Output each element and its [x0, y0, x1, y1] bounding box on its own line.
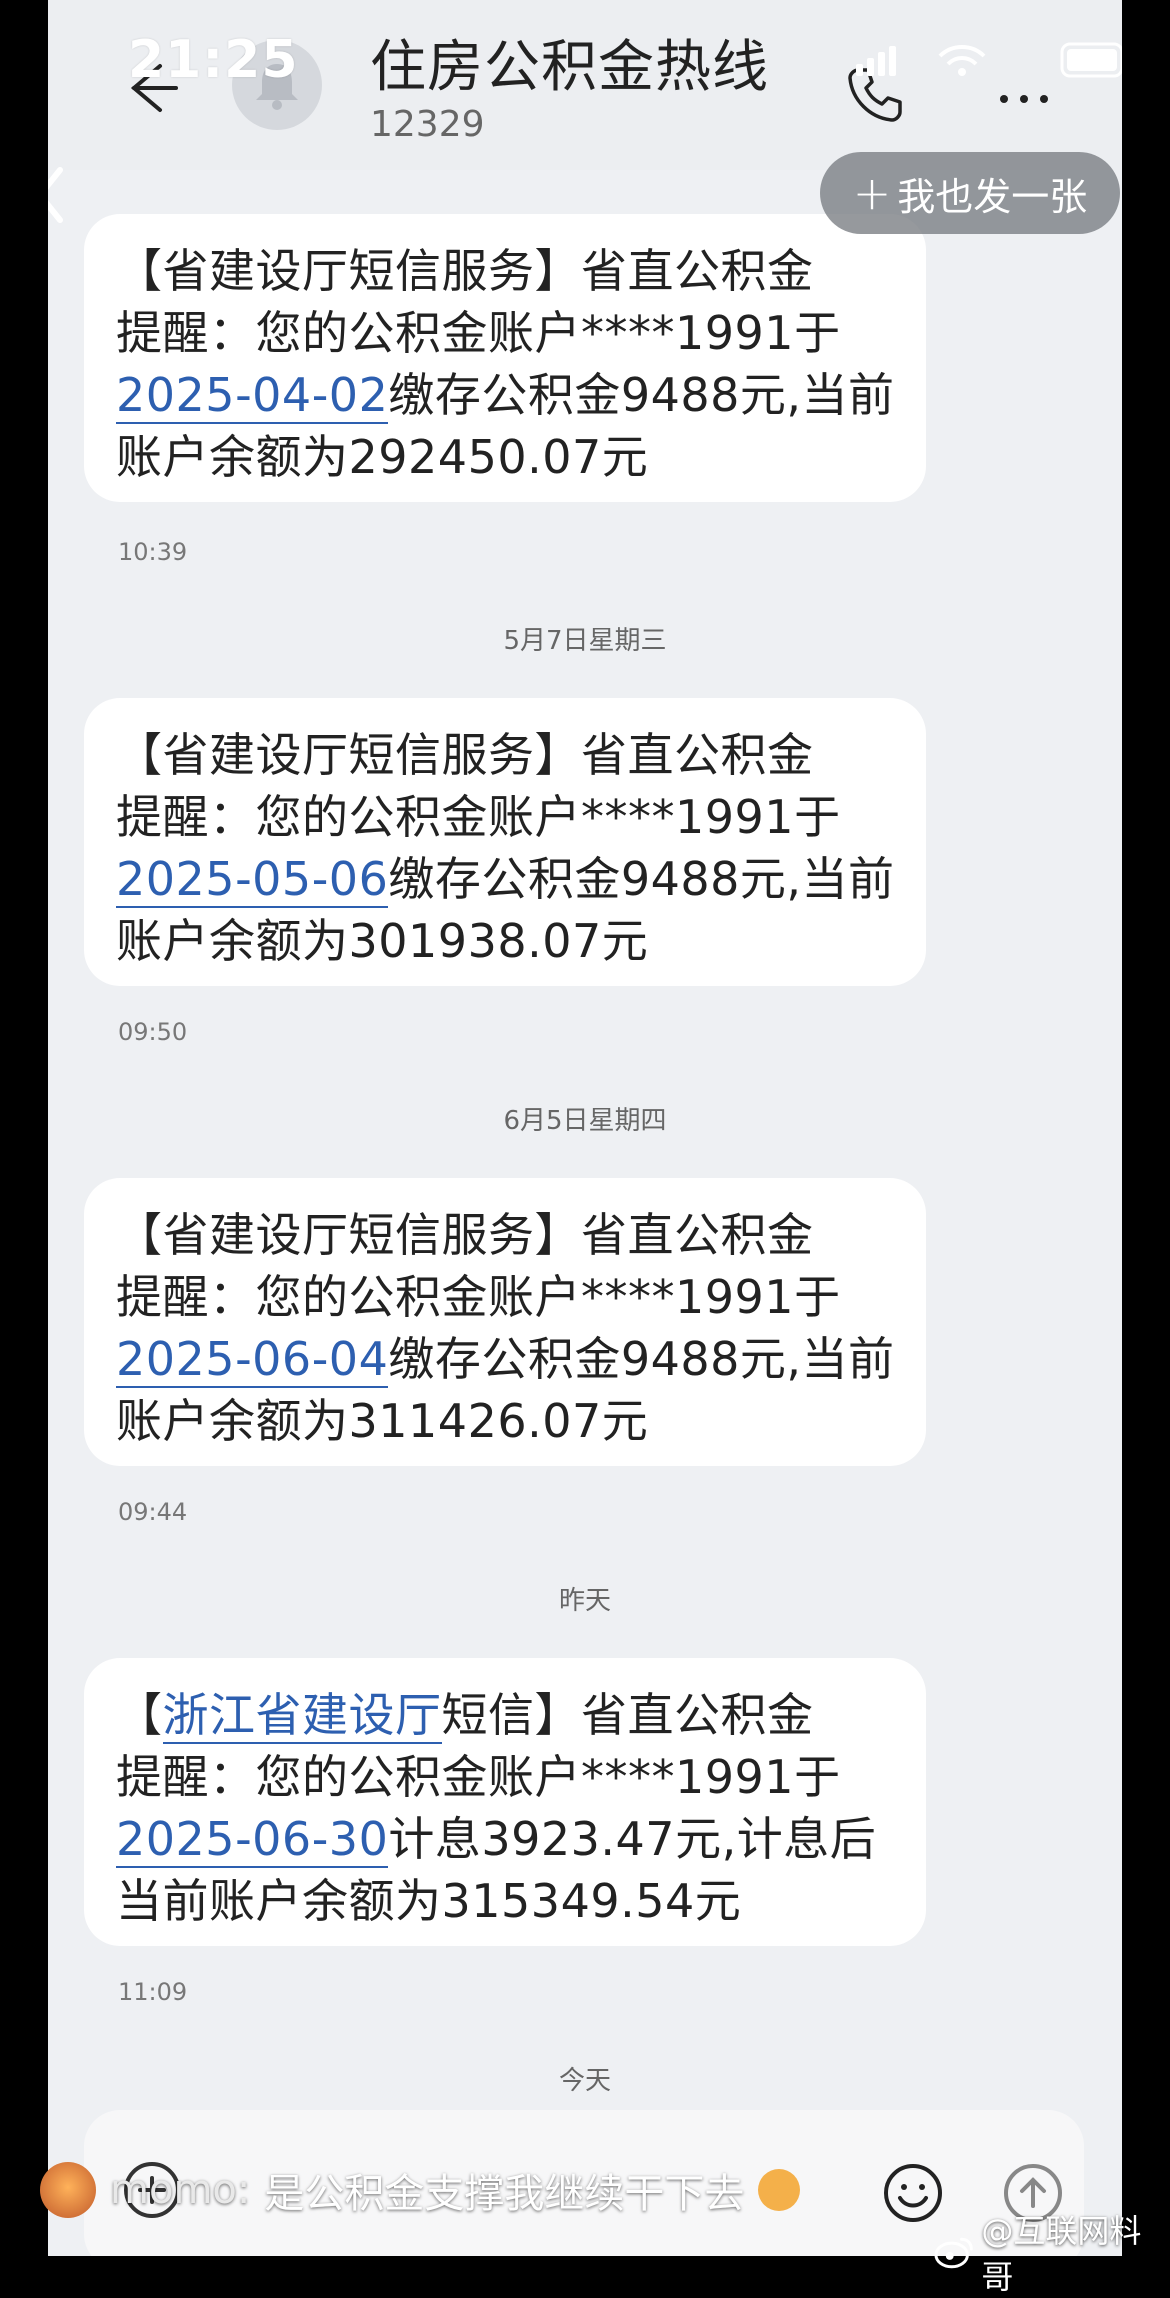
date-divider: 5月7日星期三 — [503, 626, 667, 656]
plus-icon: + — [852, 166, 892, 220]
message-text: 缴存公积金9488元,当前 — [388, 1332, 895, 1386]
message-bubble[interactable]: 【浙江省建设厅短信】省直公积金 提醒：您的公积金账户****1991于 2025… — [84, 1658, 926, 1946]
phone-screen: 【省建设厅短信服务】省直公积金 提醒：您的公积金账户****1991于 2025… — [48, 0, 1122, 2256]
post-button-label: 我也发一张 — [897, 174, 1088, 219]
date-divider: 6月5日星期四 — [503, 1106, 667, 1136]
date-link[interactable]: 2025-06-04 — [116, 1332, 389, 1388]
message-line: 【省建设厅短信服务】省直公积金 — [116, 244, 814, 298]
message-line: 账户余额为292450.07元 — [116, 430, 649, 484]
message-text: 缴存公积金9488元,当前 — [388, 368, 895, 422]
comment-user: momo: — [110, 2167, 251, 2213]
message-time: 10:39 — [118, 538, 188, 566]
message-line: 提醒：您的公积金账户****1991于 — [116, 1750, 841, 1804]
message-text: 短信】省直公积金 — [441, 1688, 814, 1742]
message-time: 09:50 — [118, 1018, 188, 1046]
wifi-icon — [938, 45, 986, 76]
message-bubble[interactable]: 【省建设厅短信服务】省直公积金 提醒：您的公积金账户****1991于 2025… — [84, 214, 926, 502]
emoji-face-icon — [758, 2169, 801, 2211]
message-line: 当前账户余额为315349.54元 — [116, 1874, 742, 1928]
message-line: 【省建设厅短信服务】省直公积金 — [116, 728, 814, 782]
message-text: 缴存公积金9488元,当前 — [388, 852, 895, 906]
message-text: 计息3923.47元,计息后 — [388, 1812, 877, 1866]
message-time: 09:44 — [118, 1498, 188, 1526]
message-line: 提醒：您的公积金账户****1991于 — [116, 790, 841, 844]
status-icons — [856, 42, 1122, 78]
watermark: @互联网料哥 — [934, 2206, 1170, 2298]
comment-text: 是公积金支撑我继续干下去 — [264, 2171, 745, 2217]
message-line: 账户余额为311426.07元 — [116, 1394, 649, 1448]
message-text: 【 — [116, 1688, 163, 1742]
message-line: 提醒：您的公积金账户****1991于 — [116, 1270, 841, 1324]
contact-name: 住房公积金热线 — [370, 35, 769, 100]
more-icon[interactable] — [994, 84, 1054, 114]
user-avatar — [40, 2162, 96, 2218]
signal-icon — [856, 46, 896, 76]
live-comment: momo: 是公积金支撑我继续干下去 — [40, 2150, 801, 2230]
date-link[interactable]: 2025-06-30 — [116, 1812, 389, 1868]
date-divider: 今天 — [558, 2066, 611, 2096]
message-time: 11:09 — [118, 1978, 188, 2006]
battery-icon — [1060, 42, 1122, 78]
watermark-text: @互联网料哥 — [981, 2212, 1142, 2296]
message-line: 【省建设厅短信服务】省直公积金 — [116, 1208, 814, 1262]
date-link[interactable]: 2025-04-02 — [116, 368, 389, 424]
date-divider: 昨天 — [558, 1586, 611, 1616]
date-link[interactable]: 2025-05-06 — [116, 852, 389, 908]
message-bubble[interactable]: 【省建设厅短信服务】省直公积金 提醒：您的公积金账户****1991于 2025… — [84, 698, 926, 986]
weibo-icon — [934, 2237, 973, 2269]
status-time: 21:25 — [128, 30, 299, 90]
message-line: 提醒：您的公积金账户****1991于 — [116, 306, 841, 360]
message-bubble[interactable]: 【省建设厅短信服务】省直公积金 提醒：您的公积金账户****1991于 2025… — [84, 1178, 926, 1466]
side-back-icon[interactable] — [48, 160, 70, 230]
post-one-too-button[interactable]: + 我也发一张 — [820, 152, 1120, 234]
org-link[interactable]: 浙江省建设厅 — [162, 1688, 442, 1744]
message-line: 账户余额为301938.07元 — [116, 914, 649, 968]
contact-number: 12329 — [370, 104, 485, 145]
